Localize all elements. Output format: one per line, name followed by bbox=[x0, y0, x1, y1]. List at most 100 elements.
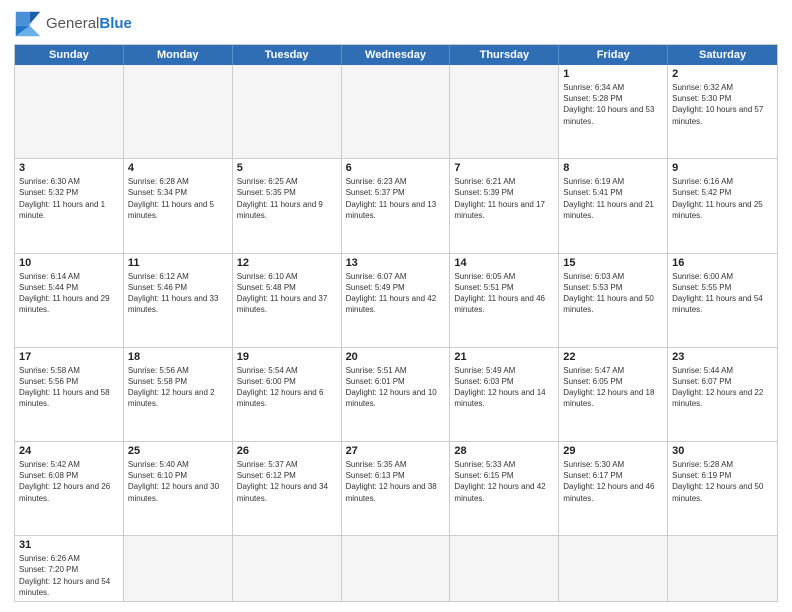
day-number: 3 bbox=[19, 162, 119, 174]
day-number: 28 bbox=[454, 445, 554, 457]
day-number: 7 bbox=[454, 162, 554, 174]
calendar-cell: 12Sunrise: 6:10 AMSunset: 5:48 PMDayligh… bbox=[233, 254, 342, 347]
calendar-cell: 4Sunrise: 6:28 AMSunset: 5:34 PMDaylight… bbox=[124, 159, 233, 252]
day-number: 22 bbox=[563, 351, 663, 363]
sun-info: Sunrise: 5:58 AMSunset: 5:56 PMDaylight:… bbox=[19, 365, 119, 410]
calendar-body: 1 Sunrise: 6:34 AMSunset: 5:28 PMDaylight… bbox=[15, 65, 777, 601]
sun-info: Sunrise: 5:44 AMSunset: 6:07 PMDaylight:… bbox=[672, 365, 773, 410]
calendar-cell bbox=[15, 65, 124, 158]
page-header: GeneralBlue bbox=[14, 10, 778, 38]
day-number: 9 bbox=[672, 162, 773, 174]
day-number: 23 bbox=[672, 351, 773, 363]
day-number: 17 bbox=[19, 351, 119, 363]
day-of-week-wednesday: Wednesday bbox=[342, 45, 451, 65]
day-number: 2 bbox=[672, 68, 773, 80]
day-number: 26 bbox=[237, 445, 337, 457]
calendar: SundayMondayTuesdayWednesdayThursdayFrid… bbox=[14, 44, 778, 602]
calendar-cell: 24Sunrise: 5:42 AMSunset: 6:08 PMDayligh… bbox=[15, 442, 124, 535]
sun-info: Sunrise: 6:25 AMSunset: 5:35 PMDaylight:… bbox=[237, 176, 337, 221]
calendar-week-5: 31 Sunrise: 6:26 AMSunset: 7:20 PMDayligh… bbox=[15, 535, 777, 601]
day-number: 27 bbox=[346, 445, 446, 457]
calendar-cell: 31 Sunrise: 6:26 AMSunset: 7:20 PMDayligh… bbox=[15, 536, 124, 601]
sun-info: Sunrise: 6:32 AMSunset: 5:30 PMDaylight:… bbox=[672, 82, 773, 127]
day-number: 15 bbox=[563, 257, 663, 269]
calendar-cell: 28Sunrise: 5:33 AMSunset: 6:15 PMDayligh… bbox=[450, 442, 559, 535]
calendar-cell bbox=[450, 65, 559, 158]
sun-info: Sunrise: 6:34 AMSunset: 5:28 PMDaylight:… bbox=[563, 82, 663, 127]
calendar-cell: 21 Sunrise: 5:49 AMSunset: 6:03 PMDayligh… bbox=[450, 348, 559, 441]
day-number: 20 bbox=[346, 351, 446, 363]
day-of-week-tuesday: Tuesday bbox=[233, 45, 342, 65]
calendar-cell: 26 Sunrise: 5:37 AMSunset: 6:12 PMDayligh… bbox=[233, 442, 342, 535]
calendar-cell: 13Sunrise: 6:07 AMSunset: 5:49 PMDayligh… bbox=[342, 254, 451, 347]
calendar-cell: 3 Sunrise: 6:30 AMSunset: 5:32 PMDaylight… bbox=[15, 159, 124, 252]
day-of-week-saturday: Saturday bbox=[668, 45, 777, 65]
logo-text: GeneralBlue bbox=[46, 15, 132, 33]
sun-info: Sunrise: 5:37 AMSunset: 6:12 PMDaylight:… bbox=[237, 459, 337, 504]
sun-info: Sunrise: 5:40 AMSunset: 6:10 PMDaylight:… bbox=[128, 459, 228, 504]
day-number: 5 bbox=[237, 162, 337, 174]
day-number: 1 bbox=[563, 68, 663, 80]
sun-info: Sunrise: 6:07 AMSunset: 5:49 PMDaylight:… bbox=[346, 271, 446, 316]
sun-info: Sunrise: 6:12 AMSunset: 5:46 PMDaylight:… bbox=[128, 271, 228, 316]
day-of-week-monday: Monday bbox=[124, 45, 233, 65]
calendar-cell bbox=[233, 65, 342, 158]
calendar-cell: 14 Sunrise: 6:05 AMSunset: 5:51 PMDayligh… bbox=[450, 254, 559, 347]
day-number: 16 bbox=[672, 257, 773, 269]
day-number: 21 bbox=[454, 351, 554, 363]
calendar-cell: 2 Sunrise: 6:32 AMSunset: 5:30 PMDaylight… bbox=[668, 65, 777, 158]
day-number: 14 bbox=[454, 257, 554, 269]
day-number: 19 bbox=[237, 351, 337, 363]
sun-info: Sunrise: 5:49 AMSunset: 6:03 PMDaylight:… bbox=[454, 365, 554, 410]
sun-info: Sunrise: 6:05 AMSunset: 5:51 PMDaylight:… bbox=[454, 271, 554, 316]
sun-info: Sunrise: 6:00 AMSunset: 5:55 PMDaylight:… bbox=[672, 271, 773, 316]
sun-info: Sunrise: 5:54 AMSunset: 6:00 PMDaylight:… bbox=[237, 365, 337, 410]
calendar-cell: 7 Sunrise: 6:21 AMSunset: 5:39 PMDaylight… bbox=[450, 159, 559, 252]
calendar-cell: 9 Sunrise: 6:16 AMSunset: 5:42 PMDaylight… bbox=[668, 159, 777, 252]
calendar-page: GeneralBlue SundayMondayTuesdayWednesday… bbox=[0, 0, 792, 612]
sun-info: Sunrise: 6:21 AMSunset: 5:39 PMDaylight:… bbox=[454, 176, 554, 221]
calendar-cell bbox=[342, 536, 451, 601]
day-of-week-thursday: Thursday bbox=[450, 45, 559, 65]
calendar-cell: 30Sunrise: 5:28 AMSunset: 6:19 PMDayligh… bbox=[668, 442, 777, 535]
calendar-week-3: 17 Sunrise: 5:58 AMSunset: 5:56 PMDayligh… bbox=[15, 347, 777, 441]
sun-info: Sunrise: 6:30 AMSunset: 5:32 PMDaylight:… bbox=[19, 176, 119, 221]
calendar-cell: 29 Sunrise: 5:30 AMSunset: 6:17 PMDayligh… bbox=[559, 442, 668, 535]
calendar-cell: 10 Sunrise: 6:14 AMSunset: 5:44 PMDayligh… bbox=[15, 254, 124, 347]
calendar-cell: 15Sunrise: 6:03 AMSunset: 5:53 PMDayligh… bbox=[559, 254, 668, 347]
calendar-cell bbox=[559, 536, 668, 601]
calendar-cell: 16 Sunrise: 6:00 AMSunset: 5:55 PMDayligh… bbox=[668, 254, 777, 347]
calendar-cell: 23 Sunrise: 5:44 AMSunset: 6:07 PMDayligh… bbox=[668, 348, 777, 441]
calendar-week-1: 3 Sunrise: 6:30 AMSunset: 5:32 PMDaylight… bbox=[15, 158, 777, 252]
calendar-cell: 19 Sunrise: 5:54 AMSunset: 6:00 PMDayligh… bbox=[233, 348, 342, 441]
day-number: 25 bbox=[128, 445, 228, 457]
day-number: 30 bbox=[672, 445, 773, 457]
day-number: 31 bbox=[19, 539, 119, 551]
sun-info: Sunrise: 6:10 AMSunset: 5:48 PMDaylight:… bbox=[237, 271, 337, 316]
day-number: 18 bbox=[128, 351, 228, 363]
calendar-header: SundayMondayTuesdayWednesdayThursdayFrid… bbox=[15, 45, 777, 65]
calendar-cell: 25 Sunrise: 5:40 AMSunset: 6:10 PMDayligh… bbox=[124, 442, 233, 535]
calendar-cell: 18Sunrise: 5:56 AMSunset: 5:58 PMDayligh… bbox=[124, 348, 233, 441]
logo: GeneralBlue bbox=[14, 10, 132, 38]
sun-info: Sunrise: 6:26 AMSunset: 7:20 PMDaylight:… bbox=[19, 553, 119, 598]
day-number: 11 bbox=[128, 257, 228, 269]
logo-icon bbox=[14, 10, 42, 38]
calendar-cell bbox=[342, 65, 451, 158]
day-number: 10 bbox=[19, 257, 119, 269]
calendar-week-2: 10 Sunrise: 6:14 AMSunset: 5:44 PMDayligh… bbox=[15, 253, 777, 347]
sun-info: Sunrise: 5:35 AMSunset: 6:13 PMDaylight:… bbox=[346, 459, 446, 504]
sun-info: Sunrise: 6:16 AMSunset: 5:42 PMDaylight:… bbox=[672, 176, 773, 221]
sun-info: Sunrise: 6:28 AMSunset: 5:34 PMDaylight:… bbox=[128, 176, 228, 221]
day-of-week-sunday: Sunday bbox=[15, 45, 124, 65]
calendar-cell: 5 Sunrise: 6:25 AMSunset: 5:35 PMDaylight… bbox=[233, 159, 342, 252]
calendar-cell: 1 Sunrise: 6:34 AMSunset: 5:28 PMDaylight… bbox=[559, 65, 668, 158]
sun-info: Sunrise: 6:14 AMSunset: 5:44 PMDaylight:… bbox=[19, 271, 119, 316]
calendar-cell: 8Sunrise: 6:19 AMSunset: 5:41 PMDaylight… bbox=[559, 159, 668, 252]
calendar-cell bbox=[124, 536, 233, 601]
calendar-cell: 11 Sunrise: 6:12 AMSunset: 5:46 PMDayligh… bbox=[124, 254, 233, 347]
sun-info: Sunrise: 5:30 AMSunset: 6:17 PMDaylight:… bbox=[563, 459, 663, 504]
day-number: 29 bbox=[563, 445, 663, 457]
sun-info: Sunrise: 5:51 AMSunset: 6:01 PMDaylight:… bbox=[346, 365, 446, 410]
day-number: 24 bbox=[19, 445, 119, 457]
